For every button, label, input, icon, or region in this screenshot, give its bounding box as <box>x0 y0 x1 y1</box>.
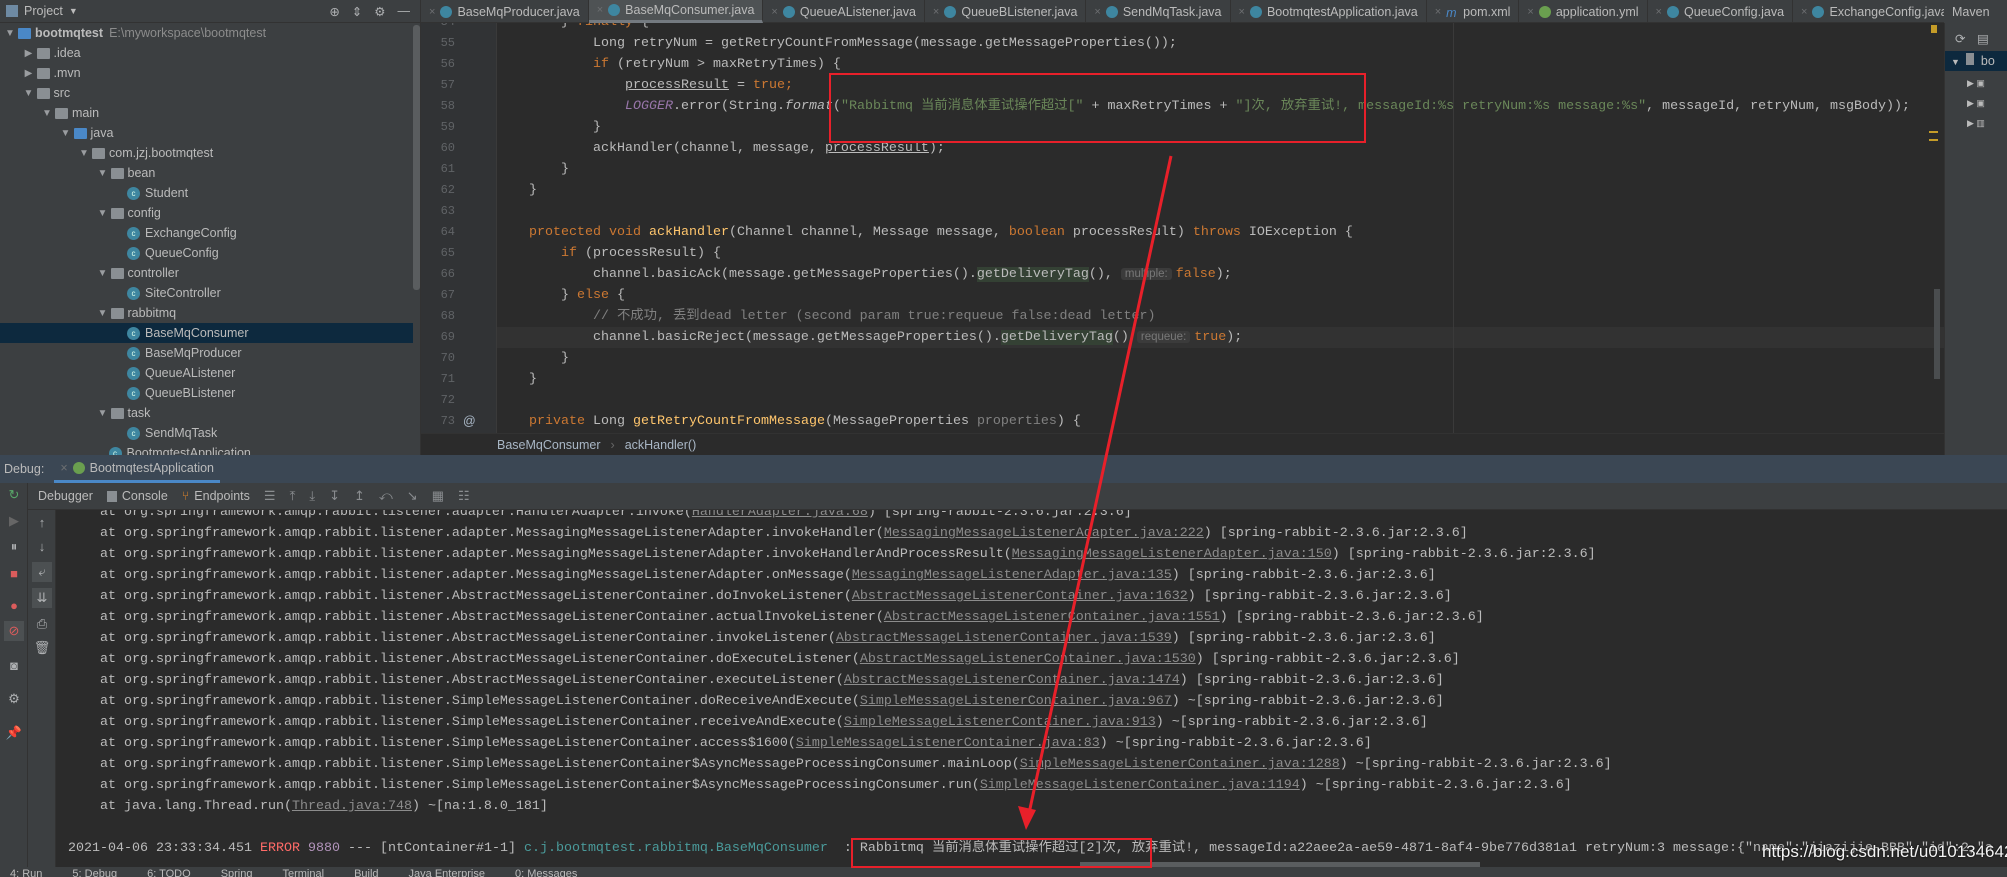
arrow-line <box>1026 155 1173 819</box>
watermark: https://blog.csdn.net/u010134642 <box>1762 842 2007 861</box>
arrow-head <box>1018 806 1036 830</box>
annotation-arrow <box>1018 155 1173 830</box>
